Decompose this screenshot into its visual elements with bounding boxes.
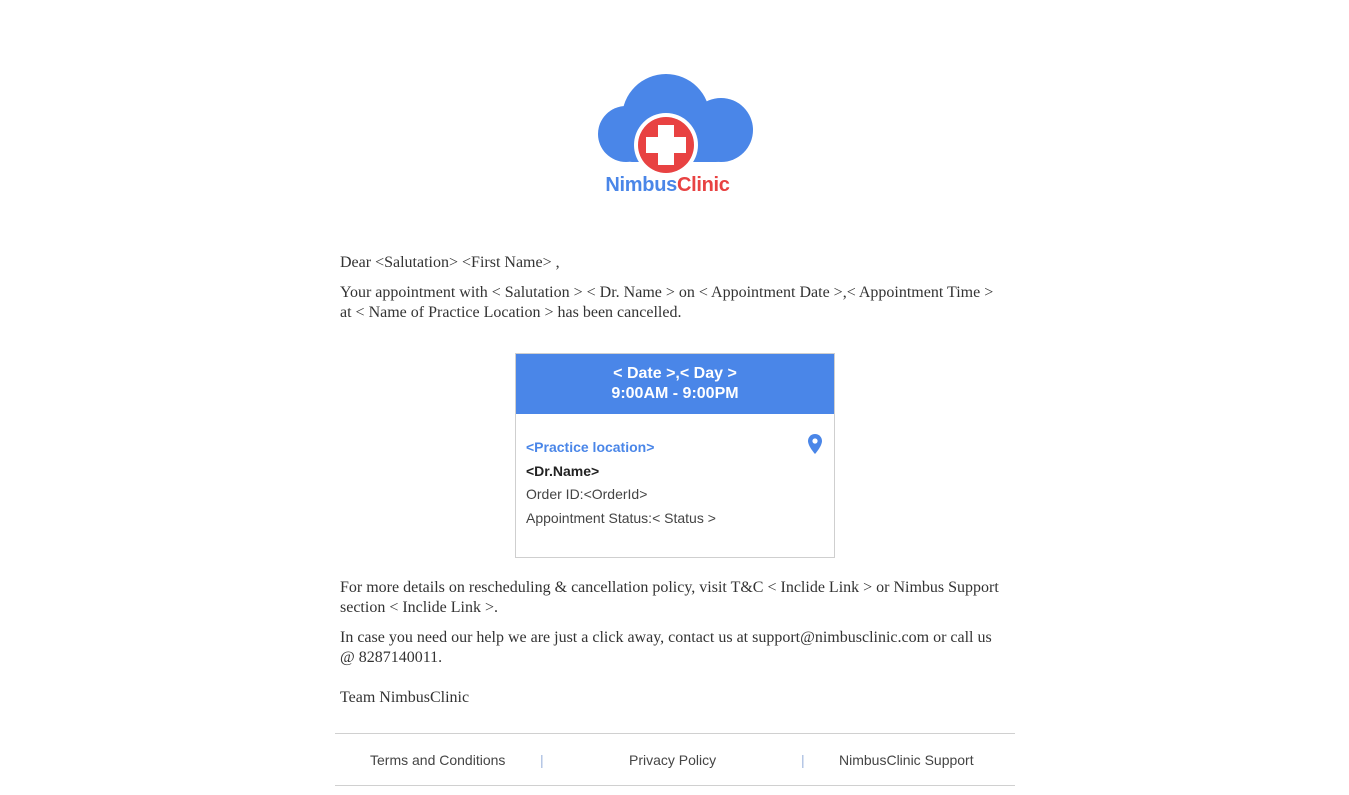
greeting-text: Dear <Salutation> <First Name> , bbox=[340, 254, 560, 271]
cloud-cross-icon bbox=[598, 74, 753, 174]
appointment-date-day: < Date >,< Day > bbox=[613, 365, 737, 382]
map-pin-icon[interactable] bbox=[808, 434, 822, 462]
footer-separator: | bbox=[801, 752, 805, 768]
cancellation-message: Your appointment with < Salutation > < D… bbox=[340, 284, 994, 321]
order-id: Order ID:<OrderId> bbox=[526, 486, 648, 502]
appointment-card-header: < Date >,< Day > 9:00AM - 9:00PM bbox=[516, 354, 834, 414]
logo-wordmark-nimbus: Nimbus bbox=[605, 174, 677, 196]
appointment-status: Appointment Status:< Status > bbox=[526, 509, 716, 526]
terms-link[interactable]: Terms and Conditions bbox=[370, 751, 505, 769]
appointment-time-range: 9:00AM - 9:00PM bbox=[611, 385, 739, 402]
appointment-card-body: <Practice location> <Dr.Name> Order ID:<… bbox=[516, 414, 834, 530]
appointment-card: < Date >,< Day > 9:00AM - 9:00PM <Practi… bbox=[515, 353, 835, 558]
policy-details-text: For more details on rescheduling & cance… bbox=[340, 579, 999, 616]
help-contact-text: In case you need our help we are just a … bbox=[340, 629, 992, 666]
practice-location-link[interactable]: <Practice location> bbox=[526, 436, 824, 460]
support-link[interactable]: NimbusClinic Support bbox=[839, 751, 974, 769]
signoff-text: Team NimbusClinic bbox=[340, 689, 470, 706]
privacy-link[interactable]: Privacy Policy bbox=[629, 751, 716, 769]
nimbusclinic-logo: NimbusClinic bbox=[596, 70, 756, 200]
logo-wordmark-clinic: Clinic bbox=[676, 174, 730, 196]
footer-links: Terms and Conditions | Privacy Policy | … bbox=[335, 733, 1015, 786]
doctor-name: <Dr.Name> bbox=[526, 462, 600, 479]
footer-separator: | bbox=[540, 752, 544, 768]
logo-wordmark: NimbusClinic bbox=[596, 174, 739, 197]
